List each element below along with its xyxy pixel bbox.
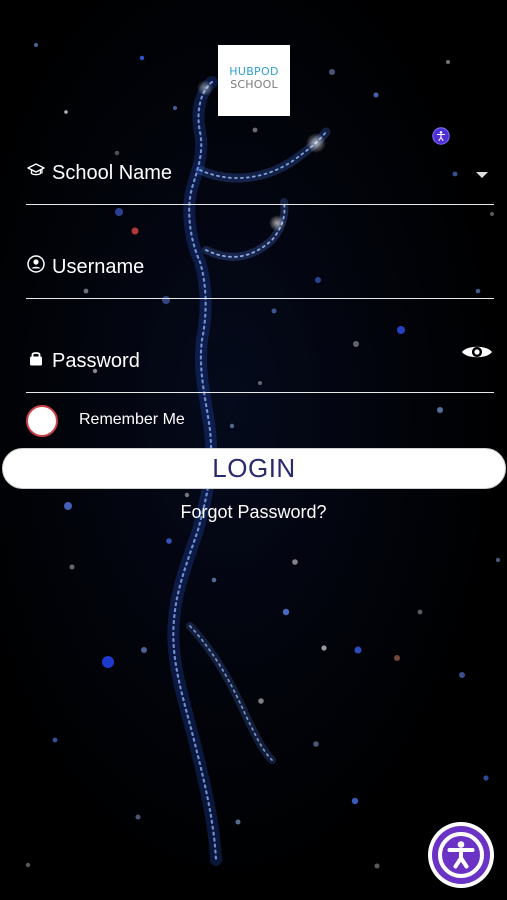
chevron-down-icon[interactable] [476,172,488,178]
accessibility-icon [438,832,484,878]
accessibility-button-fill [432,826,490,884]
logo-line-1: HUBPOD [229,65,279,78]
logo-line-2: SCHOOL [230,78,278,91]
remember-me-label: Remember Me [79,411,185,428]
app-logo: HUBPOD SCHOOL [218,45,290,116]
username-placeholder: Username [52,256,145,278]
accessibility-top-icon [432,127,450,145]
user-circle-icon [27,255,45,273]
remember-me-toggle[interactable] [26,405,58,437]
password-field[interactable]: Password [26,338,494,393]
school-name-placeholder: School Name [52,162,173,184]
lock-icon [30,352,42,366]
password-placeholder: Password [52,350,140,372]
school-name-field[interactable]: School Name [26,150,494,205]
eye-icon[interactable] [460,340,494,364]
username-field[interactable]: Username [26,244,494,299]
forgot-password-link[interactable]: Forgot Password? [0,502,507,522]
school-cap-icon [27,163,45,176]
login-button[interactable]: LOGIN [2,448,506,489]
accessibility-button[interactable] [428,822,494,888]
login-screen: HUBPOD SCHOOL School Name Username Passw… [0,0,507,900]
